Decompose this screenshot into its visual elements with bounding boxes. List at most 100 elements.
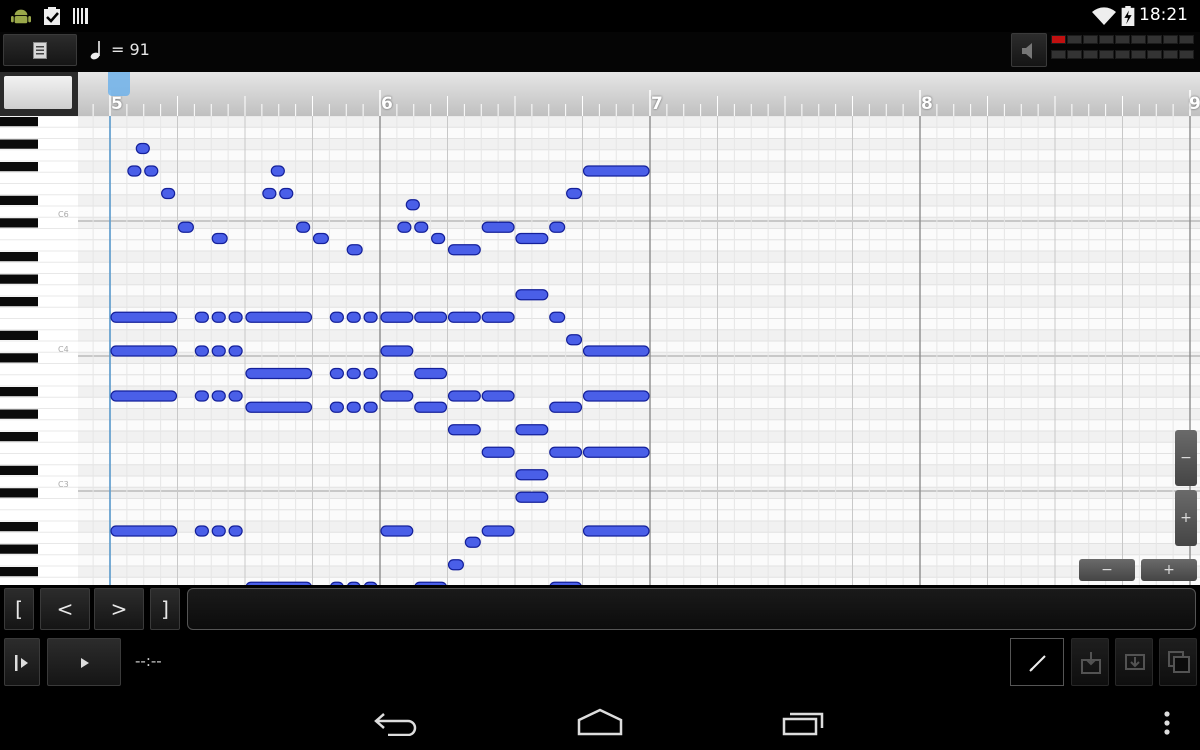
midi-note[interactable]	[447, 424, 481, 436]
midi-note[interactable]	[363, 401, 378, 413]
pencil-tool-button[interactable]	[1010, 638, 1064, 686]
horizontal-zoom-in-button[interactable]: +	[1141, 559, 1197, 581]
midi-note[interactable]	[380, 390, 414, 402]
tempo-display[interactable]: = 91	[111, 40, 150, 59]
midi-note[interactable]	[270, 165, 285, 177]
midi-note[interactable]	[110, 390, 178, 402]
midi-note[interactable]	[414, 311, 448, 323]
midi-note[interactable]	[144, 165, 159, 177]
loop-end-button[interactable]: ]	[150, 588, 180, 630]
midi-note[interactable]	[447, 390, 481, 402]
playhead-marker[interactable]	[108, 72, 130, 96]
midi-note[interactable]	[380, 525, 414, 537]
midi-note[interactable]	[380, 345, 414, 357]
midi-note[interactable]	[194, 525, 209, 537]
midi-note[interactable]	[346, 311, 361, 323]
copy-up-button[interactable]	[1071, 638, 1109, 686]
midi-note[interactable]	[515, 232, 549, 245]
midi-note[interactable]	[405, 199, 420, 211]
midi-note[interactable]	[549, 401, 583, 413]
midi-note[interactable]	[414, 221, 429, 233]
duplicate-button[interactable]	[1159, 638, 1197, 686]
midi-note[interactable]	[110, 311, 178, 323]
midi-note[interactable]	[245, 401, 313, 413]
timeline-ruler[interactable]: 5 6 7 8 9	[78, 72, 1200, 116]
midi-note[interactable]	[346, 401, 361, 413]
midi-note[interactable]	[549, 446, 583, 458]
recent-apps-icon[interactable]	[782, 710, 826, 736]
midi-note[interactable]	[380, 311, 414, 323]
midi-note[interactable]	[515, 289, 549, 301]
previous-button[interactable]: <	[40, 588, 90, 630]
midi-note[interactable]	[228, 525, 243, 537]
midi-note[interactable]	[363, 311, 378, 323]
insert-down-button[interactable]	[1115, 638, 1153, 686]
piano-keyboard[interactable]: C6 C4 C3	[0, 116, 78, 585]
mute-button[interactable]	[1011, 33, 1047, 67]
midi-note[interactable]	[245, 311, 313, 323]
midi-note[interactable]	[161, 187, 176, 200]
midi-note[interactable]	[481, 221, 515, 233]
home-icon[interactable]	[577, 708, 623, 736]
next-button[interactable]: >	[94, 588, 144, 630]
midi-note[interactable]	[329, 311, 344, 323]
play-button[interactable]	[47, 638, 121, 686]
midi-note[interactable]	[481, 525, 515, 537]
overflow-menu-icon[interactable]	[1163, 710, 1171, 736]
midi-note[interactable]	[582, 525, 650, 537]
midi-note[interactable]	[481, 446, 515, 458]
midi-note[interactable]	[228, 345, 243, 357]
midi-note[interactable]	[582, 345, 650, 357]
loop-start-button[interactable]: [	[4, 588, 34, 630]
piano-roll-grid[interactable]: − + − +	[78, 116, 1200, 585]
back-icon[interactable]	[374, 710, 420, 736]
midi-note[interactable]	[346, 244, 363, 256]
vertical-zoom-in-button[interactable]: +	[1175, 490, 1197, 546]
midi-note[interactable]	[329, 401, 344, 413]
midi-note[interactable]	[194, 345, 209, 357]
midi-note[interactable]	[211, 311, 226, 323]
rewind-to-start-button[interactable]	[4, 638, 40, 686]
song-position-slider[interactable]	[187, 588, 1196, 630]
midi-note[interactable]	[566, 187, 583, 200]
midi-note[interactable]	[582, 446, 650, 458]
midi-note[interactable]	[582, 165, 650, 177]
midi-note[interactable]	[296, 221, 311, 233]
midi-note[interactable]	[194, 311, 209, 323]
midi-note[interactable]	[549, 311, 566, 323]
midi-note[interactable]	[481, 311, 515, 323]
midi-note[interactable]	[211, 390, 226, 402]
midi-note[interactable]	[481, 390, 515, 402]
midi-note[interactable]	[464, 536, 481, 548]
midi-note[interactable]	[363, 367, 378, 380]
midi-note[interactable]	[414, 367, 448, 380]
midi-note[interactable]	[515, 491, 549, 503]
midi-note[interactable]	[515, 424, 549, 436]
horizontal-zoom-out-button[interactable]: −	[1079, 559, 1135, 581]
vertical-zoom-out-button[interactable]: −	[1175, 430, 1197, 486]
midi-note[interactable]	[211, 232, 228, 245]
midi-note[interactable]	[127, 165, 142, 177]
midi-note[interactable]	[312, 232, 329, 245]
midi-note[interactable]	[279, 187, 294, 200]
midi-note[interactable]	[211, 525, 226, 537]
midi-note[interactable]	[447, 311, 481, 323]
midi-note[interactable]	[447, 244, 481, 256]
midi-note[interactable]	[346, 367, 361, 380]
midi-note[interactable]	[228, 390, 243, 402]
midi-note[interactable]	[329, 367, 344, 380]
midi-note[interactable]	[566, 334, 583, 346]
midi-note[interactable]	[135, 142, 150, 155]
midi-note[interactable]	[515, 469, 549, 481]
midi-note[interactable]	[447, 559, 464, 571]
midi-note[interactable]	[194, 390, 209, 402]
midi-note[interactable]	[414, 401, 448, 413]
midi-note[interactable]	[228, 311, 243, 323]
midi-note[interactable]	[211, 345, 226, 357]
note-grid[interactable]	[78, 116, 1200, 585]
midi-note[interactable]	[582, 390, 650, 402]
zoom-reset-button[interactable]	[4, 76, 72, 109]
midi-note[interactable]	[245, 367, 313, 380]
midi-note[interactable]	[431, 232, 446, 245]
midi-note[interactable]	[262, 187, 277, 200]
